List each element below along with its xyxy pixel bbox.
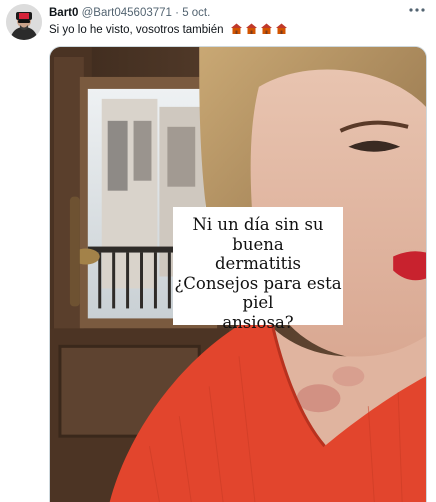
avatar[interactable] — [6, 4, 42, 40]
tweet-header: Bart0 @Bart045603771 · 5 oct. — [49, 5, 406, 21]
house-emoji-icon — [275, 23, 287, 34]
more-options-glyph — [409, 8, 425, 12]
caption-line-4: ansiosa? — [222, 312, 294, 332]
tweet-text: Si yo lo he visto, vosotros también — [49, 22, 426, 38]
emoji-group — [230, 22, 288, 35]
caption-line-3: ¿Consejos para esta piel — [174, 273, 342, 313]
caption-line-1: Ni un día sin su buena — [192, 215, 324, 254]
tweet-media[interactable]: Ni un día sin su buena dermatitis ¿Conse… — [49, 46, 427, 502]
house-emoji-icon — [245, 23, 257, 34]
more-options-icon[interactable] — [408, 3, 426, 19]
author-name[interactable]: Bart0 — [49, 7, 78, 19]
separator-dot: · — [175, 7, 179, 19]
author-handle[interactable]: @Bart045603771 — [82, 7, 172, 19]
media-caption-overlay: Ni un día sin su buena dermatitis ¿Conse… — [173, 207, 343, 332]
tweet-text-content: Si yo lo he visto, vosotros también — [49, 24, 224, 36]
tweet[interactable]: Bart0 @Bart045603771 · 5 oct. Si yo lo h… — [0, 0, 436, 502]
caption-line-2: dermatitis — [215, 254, 301, 273]
avatar-image — [6, 4, 42, 40]
house-emoji-icon — [260, 23, 272, 34]
tweet-date[interactable]: 5 oct. — [182, 7, 210, 19]
house-emoji-icon — [230, 23, 242, 34]
